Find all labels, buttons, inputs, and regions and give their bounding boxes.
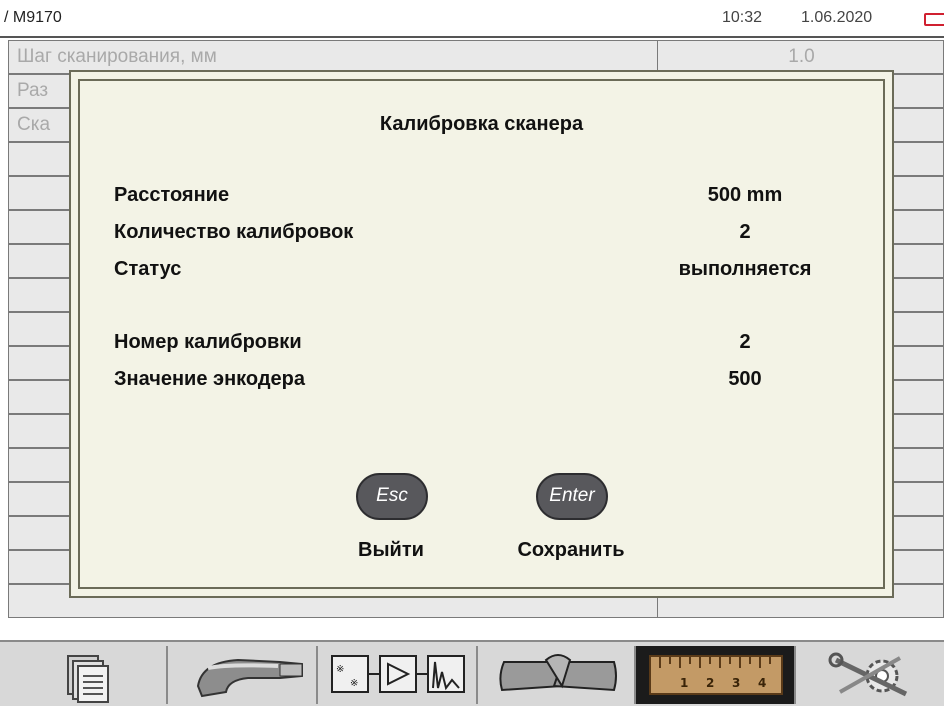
param-label: Значение энкодера xyxy=(114,368,306,390)
documents-icon xyxy=(67,655,109,703)
status-bar: / M9170 10:32 1.06.2020 xyxy=(0,0,944,38)
svg-text:※: ※ xyxy=(336,664,344,675)
documents-button[interactable] xyxy=(40,646,166,704)
ruler-icon: 1 2 3 4 xyxy=(649,655,783,695)
row-name: Раз xyxy=(17,80,49,101)
probe-icon xyxy=(196,658,303,698)
param-encoder-value: Значение энкодера 500 xyxy=(114,368,854,394)
param-value: выполняется xyxy=(678,258,812,280)
bottom-toolbar: ※ ※ 1 2 3 4 xyxy=(0,640,944,706)
esc-button[interactable]: Esc xyxy=(356,473,428,520)
param-distance: Расстояние 500 mm xyxy=(114,184,854,210)
param-label: Количество калибровок xyxy=(114,221,354,243)
param-value: 2 xyxy=(739,221,751,243)
enter-button[interactable]: Enter xyxy=(536,473,608,520)
svg-text:※: ※ xyxy=(350,678,358,689)
param-label: Номер калибровки xyxy=(114,331,302,353)
probe-button[interactable] xyxy=(166,646,316,704)
param-label: Расстояние xyxy=(114,184,230,206)
signal-processing-button[interactable]: ※ ※ xyxy=(316,646,476,704)
settings-tools-icon xyxy=(828,652,908,697)
param-value: 2 xyxy=(739,331,751,353)
dialog-title: Калибровка сканера xyxy=(379,113,584,135)
battery-low-icon xyxy=(924,13,944,26)
ruler-mark: 4 xyxy=(758,676,766,690)
weld-joint-button[interactable] xyxy=(476,646,634,704)
row-value-cell: 1.0 xyxy=(657,41,944,73)
weld-joint-icon xyxy=(499,654,617,692)
ruler-mark: 3 xyxy=(732,676,740,690)
row-value: 1.0 xyxy=(788,46,815,67)
param-calibration-number: Номер калибровки 2 xyxy=(114,331,854,357)
param-value: 500 mm xyxy=(707,184,783,206)
param-value: 500 xyxy=(728,368,762,390)
ruler-mark: 1 xyxy=(680,676,688,690)
calibration-dialog: Калибровка сканера Расстояние 500 mm Кол… xyxy=(69,70,894,598)
row-name: Шаг сканирования, мм xyxy=(17,46,217,67)
param-label: Статус xyxy=(114,258,182,280)
ruler-mark: 2 xyxy=(706,676,714,690)
row-name: Ска xyxy=(17,114,51,135)
signal-processing-icon: ※ ※ xyxy=(331,655,465,693)
param-calibration-count: Количество калибровок 2 xyxy=(114,221,854,247)
table-row[interactable]: Шаг сканирования, мм 1.0 xyxy=(8,40,944,74)
clock-time: 10:32 xyxy=(722,9,763,26)
clock-date: 1.06.2020 xyxy=(801,9,873,26)
save-label: Сохранить xyxy=(517,539,625,561)
ruler-button[interactable]: 1 2 3 4 xyxy=(634,646,794,704)
device-label: / M9170 xyxy=(4,9,62,26)
settings-button[interactable] xyxy=(794,646,944,704)
exit-label: Выйти xyxy=(358,539,424,561)
device-screen: / M9170 10:32 1.06.2020 Шаг сканирования… xyxy=(0,0,944,706)
param-status: Статус выполняется xyxy=(114,258,854,284)
